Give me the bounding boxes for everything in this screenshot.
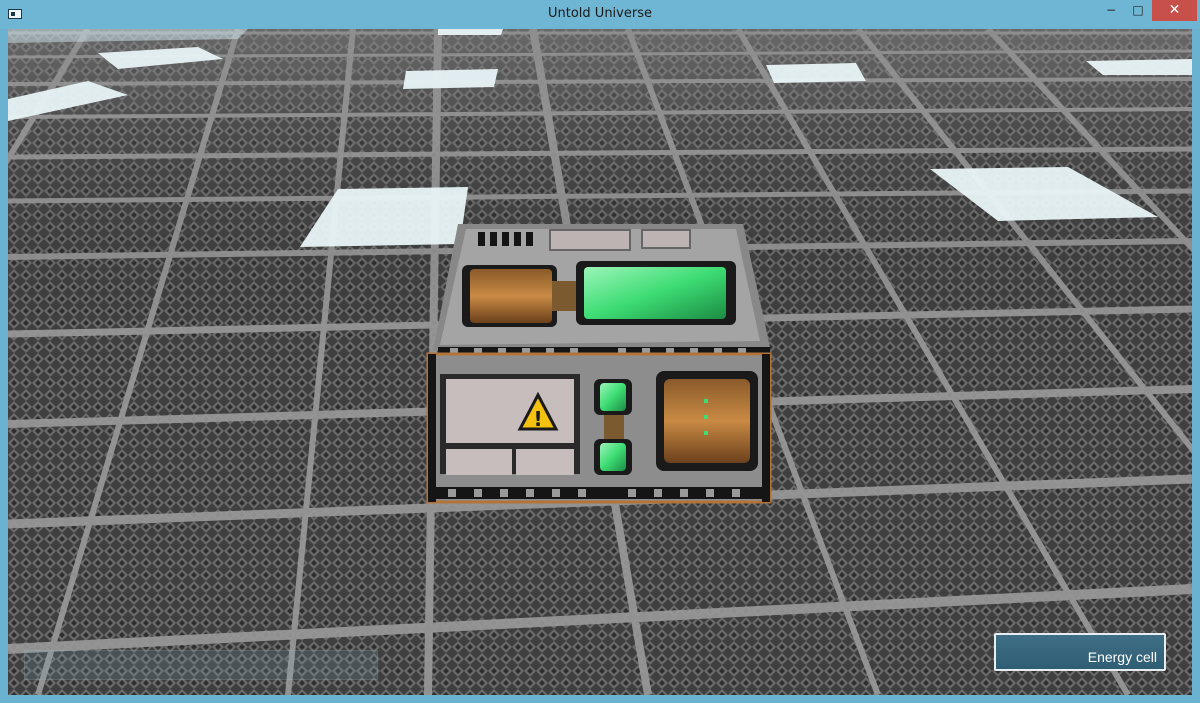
energy-cell-block: ! <box>426 224 772 504</box>
maximize-button[interactable]: □ <box>1125 0 1151 21</box>
game-scene: ! <box>8 29 1192 695</box>
selected-item-panel: Energy cell <box>994 633 1166 671</box>
game-viewport[interactable]: ! <box>8 29 1192 695</box>
top-energy-glow <box>584 267 726 319</box>
warning-symbol: ! <box>533 407 542 431</box>
window-title: Untold Universe <box>548 6 652 21</box>
hotbar-slot[interactable] <box>24 650 378 680</box>
close-button[interactable]: ✕ <box>1152 0 1197 21</box>
minimize-button[interactable]: − <box>1098 0 1124 21</box>
game-window: Untold Universe − □ ✕ ! Energy cell <box>0 0 1200 703</box>
selected-item-label: Energy cell <box>1087 649 1157 665</box>
title-bar[interactable]: Untold Universe − □ ✕ <box>0 0 1200 29</box>
